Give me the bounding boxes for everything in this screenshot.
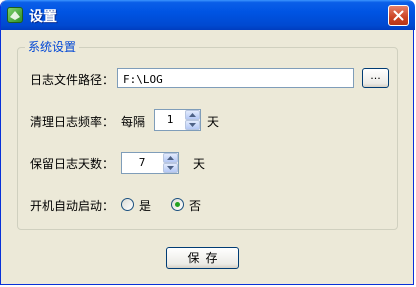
clean-frequency-label: 清理日志频率： [30, 115, 115, 129]
clean-frequency-unit: 天 [207, 115, 220, 129]
group-title: 系统设置 [25, 38, 80, 55]
autostart-yes-radio[interactable] [121, 198, 134, 211]
autostart-no-label[interactable]: 否 [189, 197, 201, 214]
clean-frequency-up-button[interactable] [185, 110, 200, 120]
window-title: 设置 [29, 9, 57, 25]
keep-days-spinner[interactable]: 7 [121, 152, 179, 174]
title-bar[interactable]: 设置 [1, 0, 415, 30]
close-button[interactable] [388, 5, 409, 26]
clean-frequency-value[interactable]: 1 [155, 110, 185, 130]
clean-frequency-spinner[interactable]: 1 [154, 109, 201, 131]
keep-days-value[interactable]: 7 [122, 153, 162, 173]
browse-button[interactable]: ... [362, 68, 389, 88]
save-button[interactable]: 保存 [166, 247, 239, 269]
close-icon [393, 10, 404, 21]
autostart-yes-label[interactable]: 是 [139, 197, 151, 214]
log-path-label: 日志文件路径： [30, 73, 115, 87]
radio-selected-dot [175, 202, 180, 207]
keep-days-unit: 天 [193, 157, 206, 171]
clean-frequency-down-button[interactable] [185, 120, 200, 130]
autostart-label: 开机自动启动： [30, 199, 115, 213]
arrow-down-icon [189, 123, 196, 127]
keep-days-up-button[interactable] [163, 153, 178, 163]
arrow-up-icon [189, 113, 196, 117]
app-icon [7, 7, 23, 23]
settings-window: 设置 系统设置 日志文件路径： F:\LOG ... 清理日志频率： 每隔 1 … [0, 0, 415, 285]
autostart-no-radio[interactable] [171, 198, 184, 211]
clean-frequency-prefix: 每隔 [121, 115, 146, 129]
keep-days-label: 保留日志天数： [30, 157, 115, 171]
log-path-input[interactable]: F:\LOG [117, 68, 354, 88]
arrow-down-icon [167, 166, 174, 170]
arrow-up-icon [167, 156, 174, 160]
keep-days-down-button[interactable] [163, 163, 178, 173]
